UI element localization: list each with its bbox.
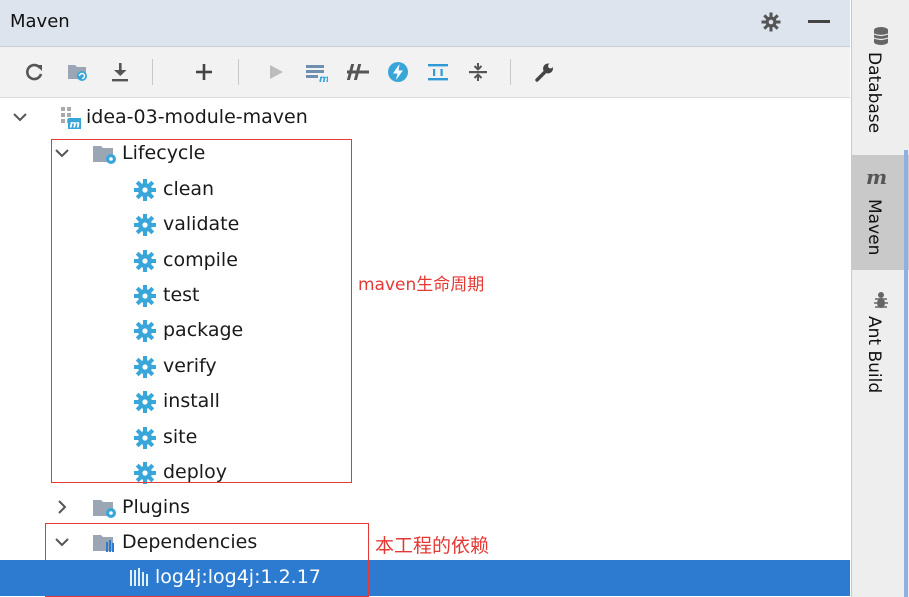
maven-panel-header: Maven: [0, 0, 850, 47]
chevron-right-icon[interactable]: [52, 497, 72, 517]
side-tab-ant-build[interactable]: Ant Build: [852, 280, 909, 420]
run-icon[interactable]: [262, 58, 290, 86]
side-strip-accent: [904, 150, 908, 597]
right-tool-strip: Database m Maven Ant Build: [851, 0, 909, 597]
side-tab-label: Ant Build: [864, 316, 884, 394]
tree-node-project[interactable]: m idea-03-module-maven: [0, 100, 850, 136]
ant-icon: [872, 290, 890, 314]
gear-icon[interactable]: [758, 9, 784, 35]
toolbar-separator: [152, 59, 153, 85]
add-project-icon[interactable]: [190, 58, 218, 86]
svg-text:m: m: [319, 74, 328, 83]
tree-node-plugins[interactable]: Plugins: [0, 490, 850, 526]
maven-icon: m: [866, 165, 888, 189]
side-tab-label: Maven: [864, 199, 884, 256]
lifecycle-annotation-box: [51, 139, 352, 483]
tree-node-label: Plugins: [122, 496, 191, 518]
collapse-all-icon[interactable]: [464, 58, 492, 86]
settings-wrench-icon[interactable]: [530, 58, 558, 86]
chevron-down-icon[interactable]: [10, 107, 30, 127]
panel-title: Maven: [10, 11, 70, 32]
side-tab-maven[interactable]: m Maven: [852, 155, 909, 270]
side-tab-database[interactable]: Database: [852, 0, 909, 150]
lifecycle-annotation-text: maven生命周期: [358, 275, 485, 295]
toolbar-separator: [510, 59, 511, 85]
maven-project-tree: m idea-03-module-maven Lifecycle clean v…: [0, 98, 850, 597]
execute-goal-icon[interactable]: m: [302, 58, 330, 86]
side-tab-label: Database: [864, 52, 884, 134]
show-dependencies-icon[interactable]: [424, 58, 452, 86]
maven-toolbar: m: [0, 47, 850, 98]
toggle-offline-icon[interactable]: [344, 58, 372, 86]
dependencies-annotation-text: 本工程的依赖: [375, 535, 490, 557]
reimport-icon[interactable]: [20, 58, 48, 86]
toolbar-separator: [238, 59, 239, 85]
database-icon: [872, 26, 890, 50]
dependencies-annotation-box: [45, 523, 369, 597]
download-sources-icon[interactable]: [106, 58, 134, 86]
tree-node-label: idea-03-module-maven: [86, 106, 308, 128]
maven-module-icon: m: [58, 106, 82, 131]
generate-sources-icon[interactable]: [64, 58, 92, 86]
folder-gear-icon: [92, 496, 116, 520]
skip-tests-icon[interactable]: [384, 58, 412, 86]
minimize-icon[interactable]: [808, 20, 830, 23]
svg-text:m: m: [70, 120, 80, 131]
